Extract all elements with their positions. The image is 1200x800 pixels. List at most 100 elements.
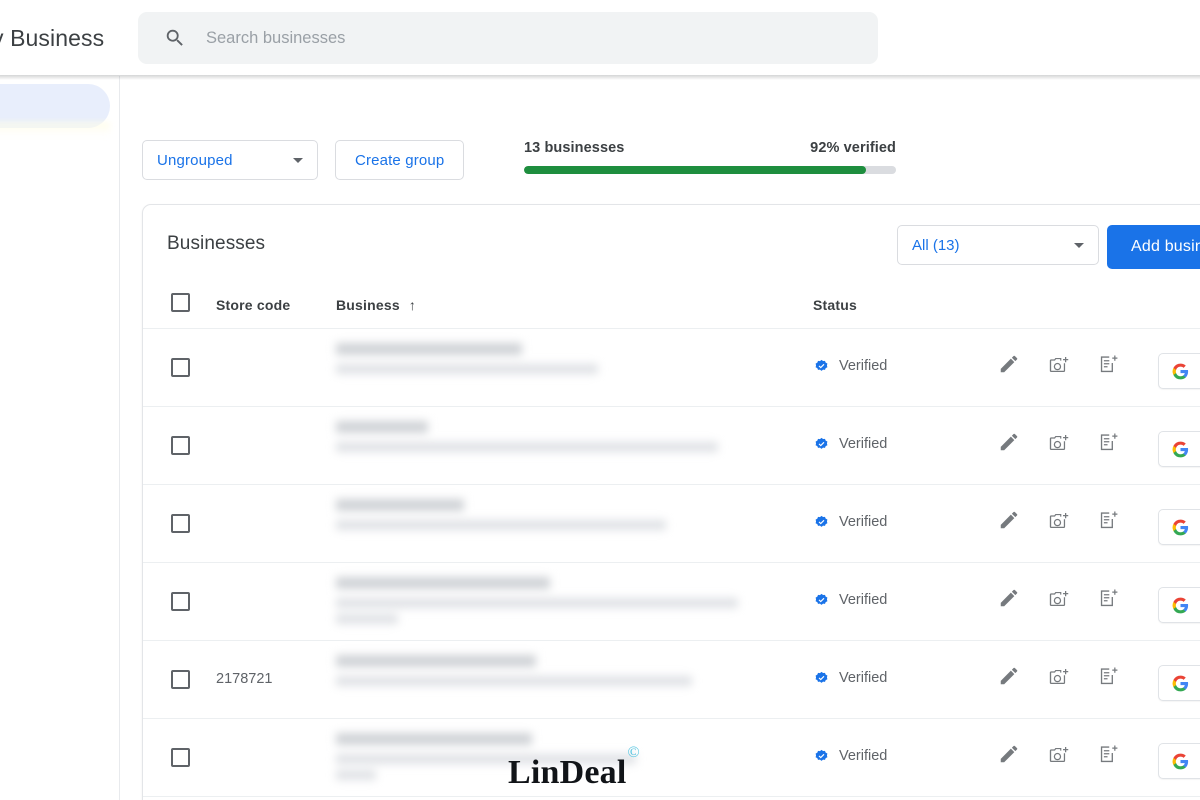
see-profile-button[interactable]: See profile xyxy=(1158,431,1200,467)
cell-business-redacted xyxy=(336,343,598,380)
add-photo-icon[interactable] xyxy=(1048,665,1070,687)
verification-progress-track xyxy=(524,166,896,174)
status-badge: Verified xyxy=(813,435,887,452)
row-checkbox[interactable] xyxy=(171,514,190,533)
filter-select[interactable]: All (13) xyxy=(897,225,1099,265)
verified-badge-icon xyxy=(815,593,828,605)
status-label: Verified xyxy=(839,669,888,686)
table-row[interactable]: Verified See profile xyxy=(143,485,1200,563)
verification-progress-fill xyxy=(524,166,867,174)
see-profile-button[interactable]: See profile xyxy=(1158,665,1200,701)
verified-badge-icon xyxy=(815,437,828,449)
status-badge: Verified xyxy=(813,357,887,374)
add-post-icon[interactable] xyxy=(1098,353,1120,375)
filter-select-label: All (13) xyxy=(912,236,960,254)
group-select[interactable]: Ungrouped xyxy=(142,140,318,180)
see-profile-button[interactable]: See profile xyxy=(1158,353,1200,389)
sidebar-pill-glow xyxy=(0,122,110,136)
add-post-icon[interactable] xyxy=(1098,665,1120,687)
row-checkbox[interactable] xyxy=(171,592,190,611)
table-row[interactable]: Verified See profile xyxy=(143,329,1200,407)
app-header: y Business xyxy=(0,0,1200,80)
edit-icon[interactable] xyxy=(998,353,1020,375)
edit-icon[interactable] xyxy=(998,587,1020,609)
table-header: Store code Business ↑ Status xyxy=(143,283,1200,329)
table-row[interactable]: 2178721 Verified See profile xyxy=(143,641,1200,719)
app-title: y Business xyxy=(0,24,105,51)
businesses-card: Businesses All (13) Add business Store c… xyxy=(142,204,1200,800)
cell-business-redacted xyxy=(336,577,738,630)
table-body: VerifiedSee profileVerifiedSee profileVe… xyxy=(143,329,1200,797)
google-g-icon xyxy=(1172,753,1189,769)
edit-icon[interactable] xyxy=(998,431,1020,453)
see-profile-button[interactable]: See profile xyxy=(1158,743,1200,779)
add-post-icon[interactable] xyxy=(1098,587,1120,609)
column-header-business[interactable]: Business ↑ xyxy=(336,297,416,313)
row-action-icons xyxy=(998,431,1120,453)
create-group-button[interactable]: Create group xyxy=(335,140,465,180)
filter-select-wrap: All (13) xyxy=(897,225,1099,265)
add-business-button[interactable]: Add business xyxy=(1107,225,1200,269)
search-bar[interactable] xyxy=(138,12,878,64)
cell-business-redacted xyxy=(336,421,718,458)
select-all-checkbox[interactable] xyxy=(171,293,190,312)
status-badge: Verified xyxy=(813,669,887,686)
brand-area: y Business xyxy=(0,0,128,76)
row-action-icons xyxy=(998,665,1120,687)
see-profile-button[interactable]: See profile xyxy=(1158,509,1200,545)
status-label: Verified xyxy=(839,435,888,452)
row-action-icons xyxy=(998,509,1120,531)
google-g-icon xyxy=(1172,519,1189,535)
copyright-icon: © xyxy=(627,743,640,761)
google-g-icon xyxy=(1172,441,1189,457)
sidebar-rail xyxy=(0,76,120,800)
column-header-status[interactable]: Status xyxy=(813,297,857,313)
add-photo-icon[interactable] xyxy=(1048,431,1070,453)
add-photo-icon[interactable] xyxy=(1048,353,1070,375)
verified-badge-icon xyxy=(815,749,828,761)
edit-icon[interactable] xyxy=(998,665,1020,687)
status-badge: Verified xyxy=(813,747,887,764)
group-select-label: Ungrouped xyxy=(157,151,233,169)
column-header-store-code[interactable]: Store code xyxy=(216,297,290,313)
table-row[interactable]: Verified See profile xyxy=(143,719,1200,797)
add-photo-icon[interactable] xyxy=(1048,509,1070,531)
row-checkbox[interactable] xyxy=(171,748,190,767)
add-post-icon[interactable] xyxy=(1098,431,1120,453)
row-checkbox[interactable] xyxy=(171,436,190,455)
status-badge: Verified xyxy=(813,513,887,530)
status-badge: Verified xyxy=(813,591,887,608)
row-action-icons xyxy=(998,743,1120,765)
edit-icon[interactable] xyxy=(998,509,1020,531)
sort-ascending-icon: ↑ xyxy=(408,297,417,313)
table-row[interactable]: Verified See profile xyxy=(143,407,1200,485)
verified-badge-icon xyxy=(815,515,828,527)
row-checkbox[interactable] xyxy=(171,670,190,689)
add-photo-icon[interactable] xyxy=(1048,743,1070,765)
verified-badge-icon xyxy=(815,671,828,683)
row-checkbox[interactable] xyxy=(171,358,190,377)
google-g-icon xyxy=(1172,675,1189,691)
status-label: Verified xyxy=(839,747,888,764)
group-toolbar: Ungrouped Create group xyxy=(142,140,465,180)
cell-business-redacted xyxy=(336,655,692,692)
status-label: Verified xyxy=(839,513,888,530)
add-post-icon[interactable] xyxy=(1098,743,1120,765)
table-row[interactable]: Verified See profile xyxy=(143,563,1200,641)
google-g-icon xyxy=(1172,597,1189,613)
search-input[interactable] xyxy=(206,28,860,48)
row-action-icons xyxy=(998,353,1120,375)
business-count-label: 13 businesses xyxy=(524,140,625,156)
card-title: Businesses xyxy=(167,233,266,254)
verified-percent-label: 92% verified xyxy=(810,140,896,156)
google-g-icon xyxy=(1172,363,1189,379)
status-label: Verified xyxy=(839,357,888,374)
row-action-icons xyxy=(998,587,1120,609)
edit-icon[interactable] xyxy=(998,743,1020,765)
cell-business-redacted xyxy=(336,499,666,536)
main-content: Ungrouped Create group 13 businesses 92%… xyxy=(121,76,1200,800)
see-profile-button[interactable]: See profile xyxy=(1158,587,1200,623)
add-photo-icon[interactable] xyxy=(1048,587,1070,609)
add-post-icon[interactable] xyxy=(1098,509,1120,531)
screenshot-root: y Business Ungrouped Create group 13 bus… xyxy=(0,0,1200,800)
